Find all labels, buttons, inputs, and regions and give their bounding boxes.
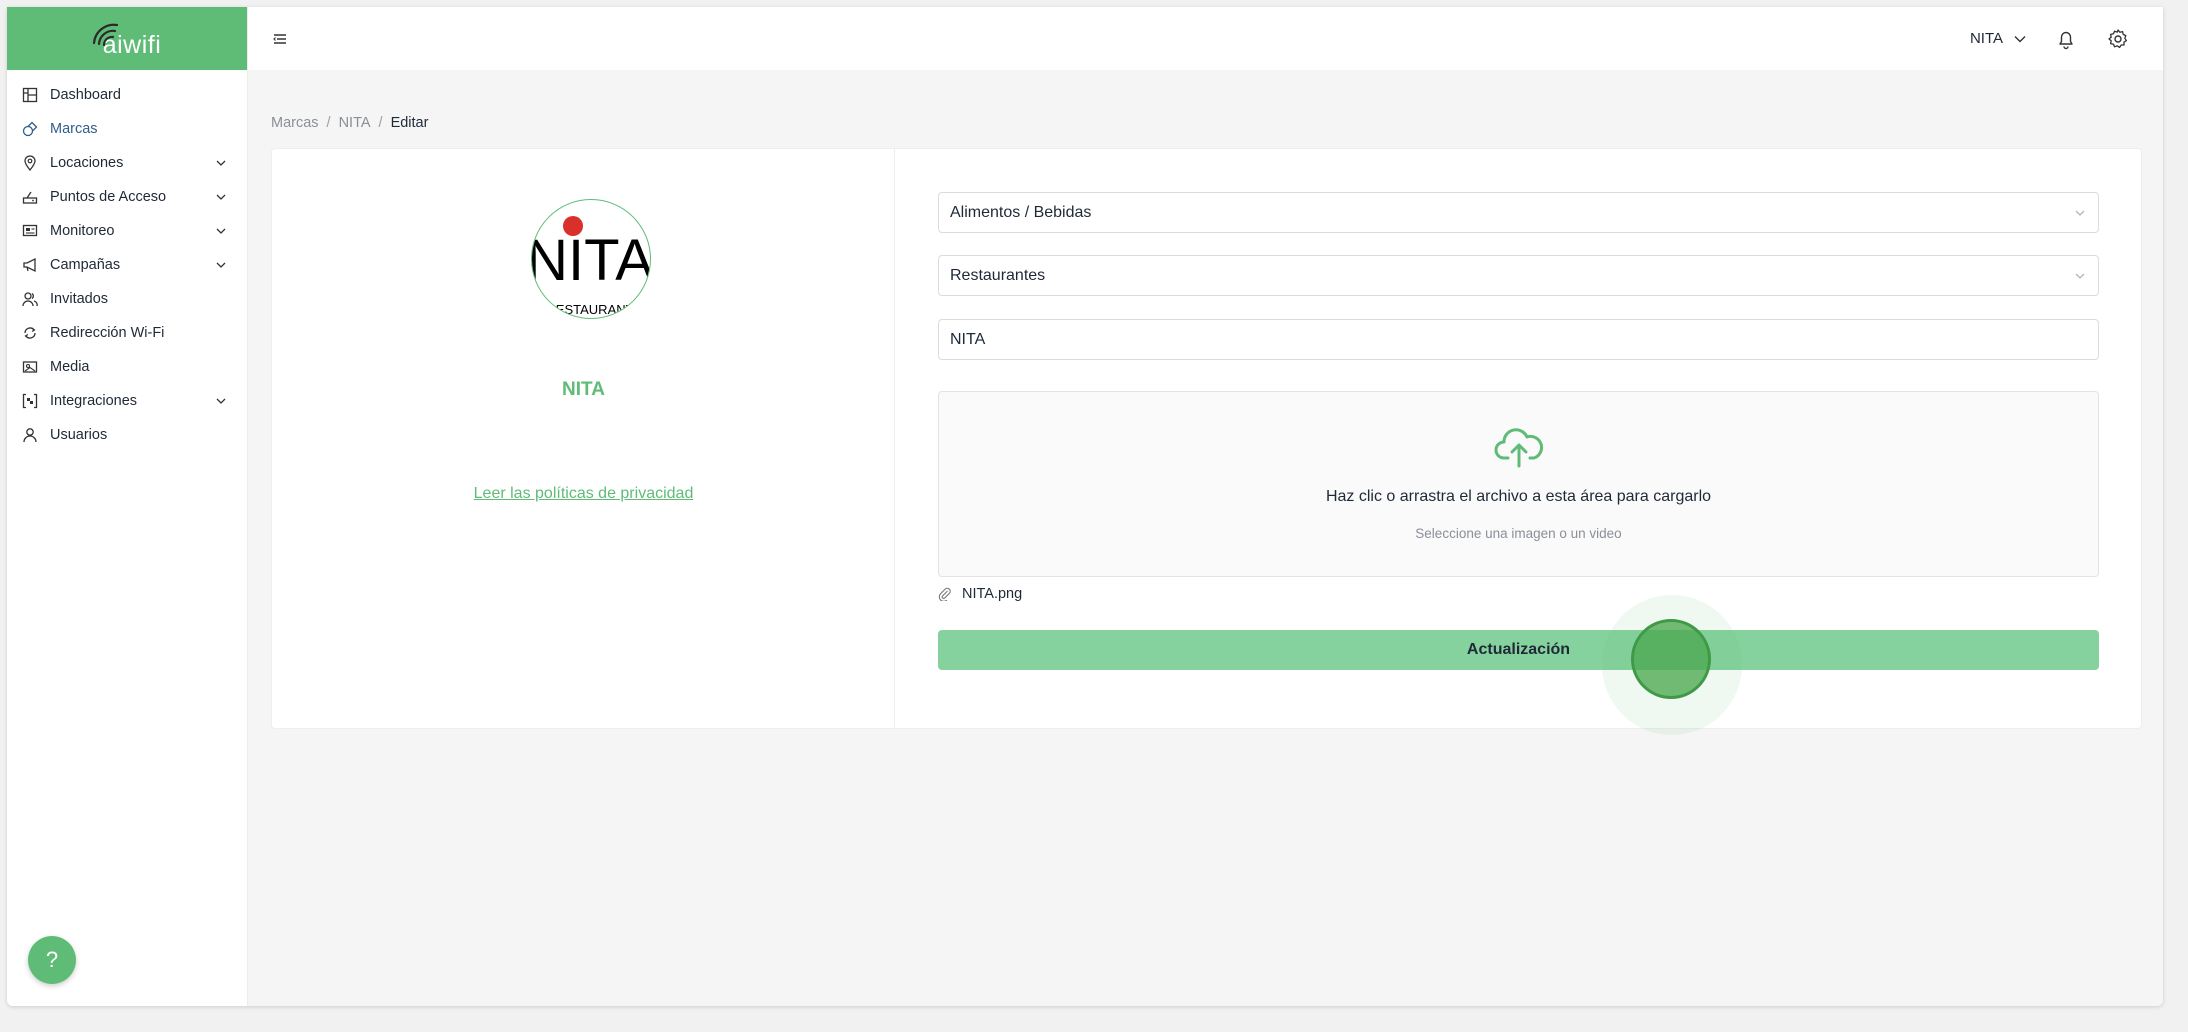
top-header: NITA bbox=[248, 7, 2163, 70]
brand-logo-text: NITA bbox=[532, 228, 651, 293]
header-actions: NITA bbox=[1970, 28, 2129, 50]
dashboard-icon bbox=[21, 86, 39, 104]
guests-icon bbox=[21, 290, 39, 308]
brand-name-input[interactable]: NITA bbox=[938, 319, 2099, 360]
sidebar-menu: Dashboard Marcas Locaciones Puntos de Ac… bbox=[7, 70, 247, 452]
breadcrumb-separator: / bbox=[378, 115, 383, 131]
bell-icon[interactable] bbox=[2055, 28, 2077, 50]
chevron-down-icon[interactable] bbox=[215, 395, 227, 407]
gear-icon[interactable] bbox=[2107, 28, 2129, 50]
chevron-down-icon bbox=[2075, 210, 2085, 216]
app-window: aiwifi Dashboard Marcas Locaciones Punto… bbox=[7, 7, 2163, 1006]
paperclip-icon bbox=[938, 587, 951, 601]
wifi-logo-icon bbox=[92, 23, 119, 47]
click-indicator bbox=[1631, 619, 1711, 699]
sidebar-item-label: Media bbox=[50, 359, 90, 375]
help-button[interactable]: ? bbox=[28, 936, 76, 984]
breadcrumb-link-nita[interactable]: NITA bbox=[339, 115, 371, 131]
category-select-value: Alimentos / Bebidas bbox=[950, 203, 1092, 221]
breadcrumb-current: Editar bbox=[390, 115, 429, 131]
privacy-policy-link[interactable]: Leer las políticas de privacidad bbox=[272, 485, 895, 503]
brand-avatar: NITA RESTAURANT bbox=[531, 199, 651, 319]
update-button[interactable]: Actualización bbox=[938, 630, 2099, 670]
chevron-down-icon[interactable] bbox=[215, 259, 227, 271]
subcategory-select-value: Restaurantes bbox=[950, 266, 1046, 284]
sidebar-item-label: Invitados bbox=[50, 291, 109, 307]
file-upload-dropzone[interactable]: Haz clic o arrastra el archivo a esta ár… bbox=[938, 391, 2099, 577]
redirect-icon bbox=[21, 324, 39, 342]
chevron-down-icon[interactable] bbox=[215, 157, 227, 169]
megaphone-icon bbox=[21, 256, 39, 274]
brand-edit-card: NITA RESTAURANT NITA Leer las políticas … bbox=[271, 148, 2142, 729]
sidebar-item-label: Campañas bbox=[50, 257, 121, 273]
sidebar-item-label: Integraciones bbox=[50, 393, 138, 409]
monitor-icon bbox=[21, 222, 39, 240]
sidebar-item-label: Redirección Wi-Fi bbox=[50, 325, 165, 341]
sidebar-item-locaciones[interactable]: Locaciones bbox=[7, 146, 247, 180]
sidebar-item-integraciones[interactable]: Integraciones bbox=[7, 384, 247, 418]
upload-hint: Seleccione una imagen o un video bbox=[1415, 526, 1622, 541]
brand-logo-image: NITA RESTAURANT bbox=[532, 216, 651, 317]
breadcrumb-separator: / bbox=[326, 115, 331, 131]
sidebar-item-label: Locaciones bbox=[50, 155, 124, 171]
media-icon bbox=[21, 358, 39, 376]
chevron-down-icon[interactable] bbox=[215, 191, 227, 203]
sidebar-item-label: Usuarios bbox=[50, 427, 108, 443]
chevron-down-icon[interactable] bbox=[215, 225, 227, 237]
sidebar-item-media[interactable]: Media bbox=[7, 350, 247, 384]
subcategory-select[interactable]: Restaurantes bbox=[938, 255, 2099, 296]
sidebar-item-campanas[interactable]: Campañas bbox=[7, 248, 247, 282]
attached-file[interactable]: NITA.png bbox=[938, 586, 1022, 602]
chevron-down-icon[interactable] bbox=[2013, 32, 2027, 46]
sidebar-item-puntos-de-acceso[interactable]: Puntos de Acceso bbox=[7, 180, 247, 214]
user-icon bbox=[21, 426, 39, 444]
cloud-upload-icon bbox=[1494, 428, 1544, 468]
router-icon bbox=[21, 188, 39, 206]
brand-name: NITA bbox=[562, 379, 605, 400]
brand-name-input-value: NITA bbox=[950, 330, 986, 348]
sidebar-item-monitoreo[interactable]: Monitoreo bbox=[7, 214, 247, 248]
sidebar-item-label: Puntos de Acceso bbox=[50, 189, 167, 205]
sidebar-item-label: Monitoreo bbox=[50, 223, 115, 239]
sidebar-item-label: Marcas bbox=[50, 121, 98, 137]
brand-logo-subtext: RESTAURANT bbox=[546, 302, 633, 317]
sidebar-item-label: Dashboard bbox=[50, 87, 121, 103]
brand-logo[interactable]: aiwifi bbox=[7, 7, 247, 70]
location-pin-icon bbox=[21, 154, 39, 172]
sidebar-item-marcas[interactable]: Marcas bbox=[7, 112, 247, 146]
breadcrumb-link-marcas[interactable]: Marcas bbox=[271, 115, 319, 131]
brand-profile-panel: NITA RESTAURANT NITA Leer las políticas … bbox=[272, 149, 895, 728]
menu-toggle-icon[interactable] bbox=[272, 31, 288, 47]
brands-icon bbox=[21, 120, 39, 138]
integrations-icon bbox=[21, 392, 39, 410]
sidebar-item-invitados[interactable]: Invitados bbox=[7, 282, 247, 316]
sidebar-item-usuarios[interactable]: Usuarios bbox=[7, 418, 247, 452]
sidebar-item-redireccion-wifi[interactable]: Redirección Wi-Fi bbox=[7, 316, 247, 350]
upload-title: Haz clic o arrastra el archivo a esta ár… bbox=[1325, 488, 1712, 505]
sidebar: aiwifi Dashboard Marcas Locaciones Punto… bbox=[7, 7, 248, 1006]
breadcrumb: Marcas / NITA / Editar bbox=[271, 115, 428, 131]
sidebar-item-dashboard[interactable]: Dashboard bbox=[7, 78, 247, 112]
attached-file-name: NITA.png bbox=[962, 586, 1023, 602]
chevron-down-icon bbox=[2075, 273, 2085, 279]
user-menu[interactable]: NITA bbox=[1970, 30, 2003, 47]
category-select[interactable]: Alimentos / Bebidas bbox=[938, 192, 2099, 233]
